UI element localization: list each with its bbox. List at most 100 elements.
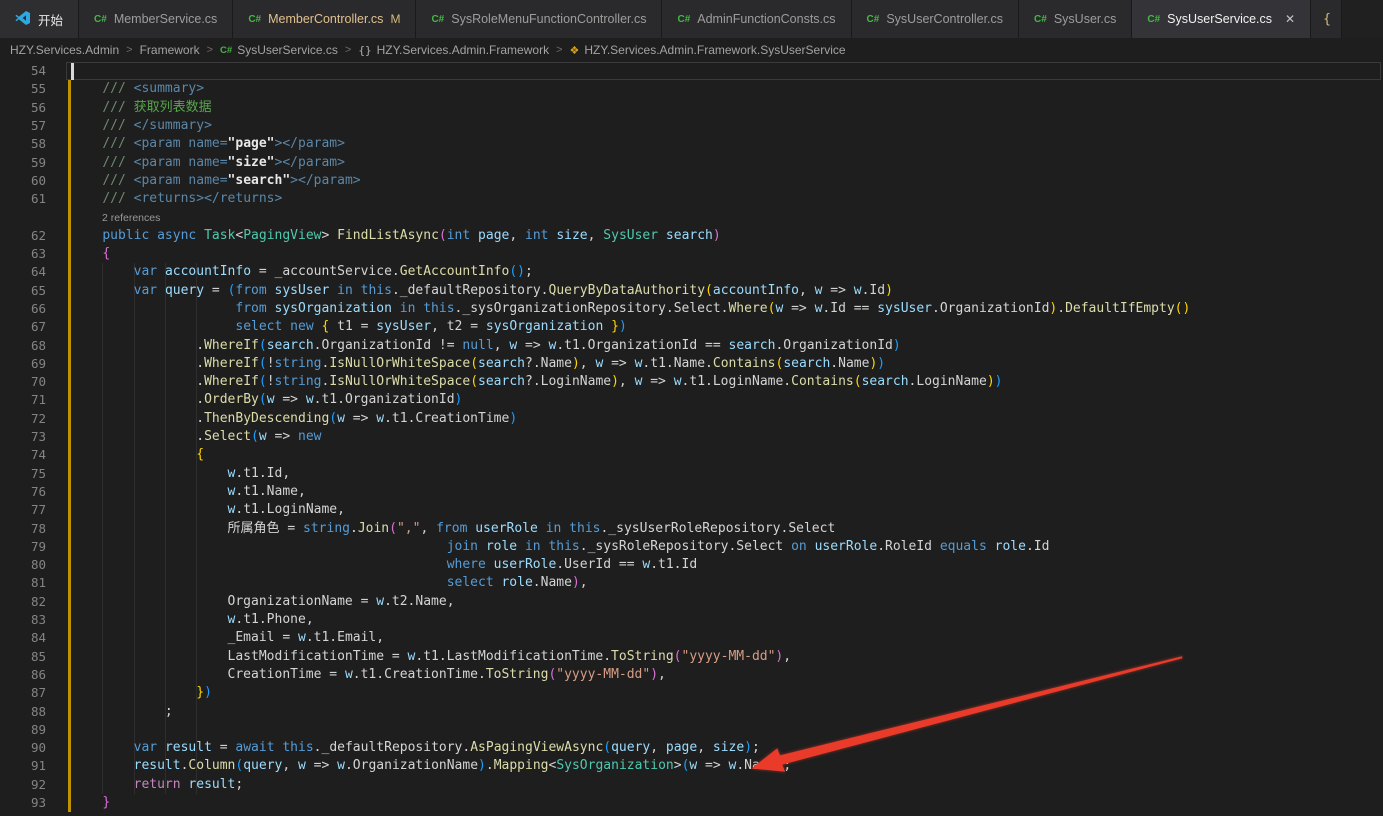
code-token: .Id == xyxy=(822,301,877,316)
code-line-text[interactable]: return result; xyxy=(71,776,243,794)
line-number[interactable]: 81 xyxy=(0,574,46,592)
line-number[interactable]: 58 xyxy=(0,135,46,153)
code-line-text[interactable]: { xyxy=(71,245,110,263)
line-number[interactable]: 87 xyxy=(0,684,46,702)
code-token: search xyxy=(478,374,525,389)
tab-overflow-partial[interactable]: { xyxy=(1311,0,1342,38)
code-line-text[interactable]: w.t1.LoginName, xyxy=(71,501,345,519)
line-number[interactable]: 89 xyxy=(0,721,46,739)
code-line-text[interactable]: /// <summary> xyxy=(71,80,204,98)
line-number[interactable]: 77 xyxy=(0,501,46,519)
tab-start[interactable]: 开始 xyxy=(0,0,79,38)
line-number[interactable]: 78 xyxy=(0,520,46,538)
code-line-text[interactable]: ; xyxy=(71,703,173,721)
breadcrumb-item-class[interactable]: ❖HZY.Services.Admin.Framework.SysUserSer… xyxy=(570,43,846,57)
code-line-text[interactable]: .WhereIf(search.OrganizationId != null, … xyxy=(71,337,901,355)
tab-sysuser-controller[interactable]: C#SysUserController.cs xyxy=(852,0,1020,38)
code-line-text[interactable]: var query = (from sysUser in this._defau… xyxy=(71,282,893,300)
breadcrumb-item-file[interactable]: C#SysUserService.cs xyxy=(220,43,338,57)
code-line-text[interactable]: /// <param name="search"></param> xyxy=(71,172,361,190)
code-line-text[interactable]: OrganizationName = w.t2.Name, xyxy=(71,593,455,611)
breadcrumb-item-project[interactable]: HZY.Services.Admin xyxy=(10,43,119,57)
line-number[interactable]: 85 xyxy=(0,648,46,666)
line-number[interactable]: 93 xyxy=(0,794,46,812)
line-number[interactable]: 84 xyxy=(0,629,46,647)
line-number[interactable]: 63 xyxy=(0,245,46,263)
line-number[interactable]: 66 xyxy=(0,300,46,318)
tab-sysuser-service[interactable]: C#SysUserService.cs✕ xyxy=(1132,0,1311,38)
tab-sysuser[interactable]: C#SysUser.cs xyxy=(1019,0,1132,38)
tab-sysrolemenufunction-controller[interactable]: C#SysRoleMenuFunctionController.cs xyxy=(416,0,662,38)
code-token: search xyxy=(729,338,776,353)
tab-adminfunctionconsts[interactable]: C#AdminFunctionConsts.cs xyxy=(662,0,851,38)
code-editor[interactable]: 5455 /// <summary> 56 /// 获取列表数据 57 /// </… xyxy=(0,62,1383,816)
code-line-text[interactable]: /// 获取列表数据 xyxy=(71,99,212,117)
line-number[interactable]: 72 xyxy=(0,410,46,428)
line-number[interactable]: 76 xyxy=(0,483,46,501)
code-line-text[interactable]: select role.Name), xyxy=(71,574,588,592)
tab-member-controller[interactable]: C#MemberController.csM xyxy=(233,0,416,38)
code-line-text[interactable]: w.t1.Name, xyxy=(71,483,306,501)
line-number[interactable]: 83 xyxy=(0,611,46,629)
code-line-text[interactable]: w.t1.Phone, xyxy=(71,611,314,629)
breadcrumb-item-namespace[interactable]: {}HZY.Services.Admin.Framework xyxy=(358,43,549,57)
codelens-references[interactable]: 2 references xyxy=(102,210,160,226)
code-line-text[interactable]: /// <returns></returns> xyxy=(71,190,282,208)
line-number[interactable]: 90 xyxy=(0,739,46,757)
line-number[interactable]: 69 xyxy=(0,355,46,373)
code-line-text[interactable]: /// <param name="size"></param> xyxy=(71,154,345,172)
line-number[interactable]: 56 xyxy=(0,99,46,117)
line-number[interactable]: 86 xyxy=(0,666,46,684)
line-number[interactable]: 62 xyxy=(0,227,46,245)
code-line-text[interactable]: { xyxy=(71,446,204,464)
code-line-text[interactable]: CreationTime = w.t1.CreationTime.ToStrin… xyxy=(71,666,666,684)
code-line-text[interactable]: 所属角色 = string.Join(",", from userRole in… xyxy=(71,520,835,538)
line-number[interactable]: 71 xyxy=(0,391,46,409)
code-line-text[interactable]: .OrderBy(w => w.t1.OrganizationId) xyxy=(71,391,462,409)
line-number[interactable]: 55 xyxy=(0,80,46,98)
line-number[interactable]: 54 xyxy=(0,62,46,80)
code-line-text[interactable]: join role in this._sysRoleRepository.Sel… xyxy=(71,538,1049,556)
line-number[interactable]: 67 xyxy=(0,318,46,336)
close-icon[interactable]: ✕ xyxy=(1285,12,1295,26)
code-token: ; xyxy=(71,704,173,719)
code-line-text[interactable]: from sysOrganization in this._sysOrganiz… xyxy=(71,300,1190,318)
code-line-text[interactable]: result.Column(query, w => w.Organization… xyxy=(71,757,791,775)
code-line-text[interactable]: _Email = w.t1.Email, xyxy=(71,629,384,647)
line-number[interactable]: 80 xyxy=(0,556,46,574)
code-line-text[interactable]: /// <param name="page"></param> xyxy=(71,135,345,153)
line-number[interactable]: 75 xyxy=(0,465,46,483)
line-number[interactable]: 74 xyxy=(0,446,46,464)
code-line-text[interactable]: LastModificationTime = w.t1.LastModifica… xyxy=(71,648,791,666)
line-number[interactable]: 82 xyxy=(0,593,46,611)
line-number[interactable]: 59 xyxy=(0,154,46,172)
code-line-text[interactable]: .WhereIf(!string.IsNullOrWhiteSpace(sear… xyxy=(71,355,885,373)
line-number[interactable]: 60 xyxy=(0,172,46,190)
code-line-text[interactable]: .Select(w => new xyxy=(71,428,321,446)
code-line-text[interactable]: .WhereIf(!string.IsNullOrWhiteSpace(sear… xyxy=(71,373,1002,391)
line-number[interactable]: 61 xyxy=(0,190,46,208)
line-number[interactable]: 88 xyxy=(0,703,46,721)
line-number[interactable]: 70 xyxy=(0,373,46,391)
code-line-text[interactable]: select new { t1 = sysUser, t2 = sysOrgan… xyxy=(71,318,627,336)
code-line-text[interactable]: where userRole.UserId == w.t1.Id xyxy=(71,556,697,574)
line-number[interactable]: 57 xyxy=(0,117,46,135)
line-number[interactable]: 64 xyxy=(0,263,46,281)
code-line-text[interactable]: var accountInfo = _accountService.GetAcc… xyxy=(71,263,533,281)
code-token: from xyxy=(436,521,467,536)
line-number[interactable]: 79 xyxy=(0,538,46,556)
line-number[interactable]: 91 xyxy=(0,757,46,775)
line-number[interactable]: 92 xyxy=(0,776,46,794)
code-line-text[interactable]: .ThenByDescending(w => w.t1.CreationTime… xyxy=(71,410,517,428)
line-number[interactable]: 68 xyxy=(0,337,46,355)
code-line-text[interactable]: public async Task<PagingView> FindListAs… xyxy=(71,227,721,245)
code-line-text[interactable]: } xyxy=(71,794,110,812)
code-line-text[interactable]: }) xyxy=(71,684,212,702)
line-number[interactable]: 65 xyxy=(0,282,46,300)
tab-member-service[interactable]: C#MemberService.cs xyxy=(79,0,233,38)
line-number[interactable]: 73 xyxy=(0,428,46,446)
code-line-text[interactable]: w.t1.Id, xyxy=(71,465,290,483)
code-line-text[interactable]: var result = await this._defaultReposito… xyxy=(71,739,760,757)
breadcrumb-item-folder[interactable]: Framework xyxy=(140,43,200,57)
code-line-text[interactable]: /// </summary> xyxy=(71,117,212,135)
